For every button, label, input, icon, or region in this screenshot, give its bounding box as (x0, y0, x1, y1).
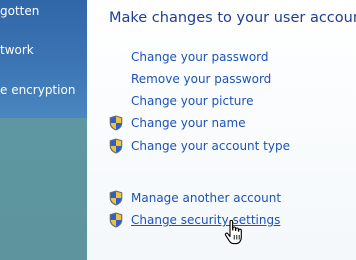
uac-shield-icon (109, 212, 123, 228)
page-title: Make changes to your user account (109, 10, 356, 26)
uac-shield-icon (109, 138, 123, 154)
nav-item-network[interactable]: twork (0, 43, 34, 57)
uac-shield-icon (109, 190, 123, 206)
user-accounts-window: gotten twork e encryption Make changes t… (0, 0, 356, 260)
main-content: Make changes to your user account Change… (87, 0, 356, 260)
left-nav-pane: gotten twork e encryption (0, 0, 87, 260)
change-account-type-link[interactable]: Change your account type (131, 138, 290, 154)
change-name-link[interactable]: Change your name (131, 115, 246, 131)
change-security-settings-link[interactable]: Change security settings (131, 212, 280, 228)
change-picture-link[interactable]: Change your picture (131, 93, 253, 109)
manage-another-account-link[interactable]: Manage another account (131, 190, 281, 206)
nav-item-file-encryption[interactable]: e encryption (0, 83, 75, 97)
remove-password-link[interactable]: Remove your password (131, 71, 271, 87)
change-password-link[interactable]: Change your password (131, 49, 269, 65)
uac-shield-icon (109, 115, 123, 131)
nav-item-forgotten-password[interactable]: gotten (0, 4, 39, 18)
hand-pointer-cursor-icon (224, 220, 242, 245)
